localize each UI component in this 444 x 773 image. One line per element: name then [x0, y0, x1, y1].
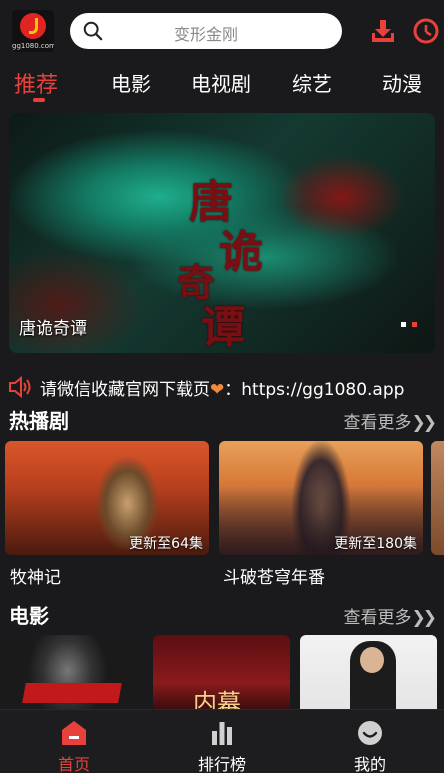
nav-ranking-label: 排行榜: [197, 755, 246, 773]
search-placeholder: 变形金刚: [173, 25, 238, 44]
logo-mark-icon: [20, 13, 46, 39]
speaker-icon: [9, 376, 31, 398]
poster-red-stroke: [22, 683, 122, 703]
hot-series-more-link[interactable]: 查看更多❯❯: [343, 408, 437, 433]
carousel-dot[interactable]: [401, 322, 406, 327]
nav-profile-label: 我的: [353, 755, 386, 773]
more-label: 查看更多: [343, 608, 412, 628]
bottom-navigation: 首页 排行榜 我的: [0, 709, 444, 773]
artwork-char: 谭: [201, 302, 245, 353]
tab-tv-series[interactable]: 电视剧: [191, 68, 251, 97]
nav-home-label: 首页: [57, 755, 90, 773]
movie-card-poster[interactable]: 内幕: [153, 635, 290, 715]
series-card-poster-partial[interactable]: [431, 441, 444, 555]
download-icon[interactable]: [370, 18, 396, 44]
series-card-title[interactable]: 斗破苍穹年番: [223, 563, 325, 588]
nav-home[interactable]: 首页: [0, 710, 148, 773]
carousel-dots: [395, 312, 417, 331]
app-root: gg1080.com 变形金刚 推荐 电影 电视剧 综艺 动漫 唐 诡 奇 谭 …: [0, 0, 444, 773]
episode-badge: 更新至64集: [129, 536, 203, 552]
double-chevron-right-icon: ❯❯: [411, 608, 437, 628]
movies-title: 电影: [9, 604, 49, 628]
top-header: gg1080.com 变形金刚: [0, 0, 444, 62]
announcement-text-main: 请微信收藏官网下载页: [40, 380, 210, 400]
series-card-poster[interactable]: 更新至180集: [219, 441, 423, 555]
ranking-icon: [212, 722, 232, 745]
episode-badge: 更新至180集: [334, 536, 417, 552]
announcement-url[interactable]: ：https://gg1080.app: [224, 380, 404, 400]
artwork-char: 诡: [219, 227, 263, 278]
double-chevron-right-icon: ❯❯: [411, 413, 437, 433]
banner-caption: 唐诡奇谭: [19, 319, 87, 339]
profile-icon: [358, 721, 382, 745]
logo-text: gg1080.com: [12, 42, 54, 50]
heart-icon: ❤: [210, 380, 225, 400]
poster-face: [360, 647, 384, 673]
search-bar[interactable]: 变形金刚: [70, 13, 342, 49]
artwork-char: 唐: [189, 177, 233, 228]
tab-variety[interactable]: 综艺: [292, 68, 332, 97]
nav-profile[interactable]: 我的: [296, 710, 444, 773]
series-card-title[interactable]: 牧神记: [10, 563, 61, 588]
nav-ranking[interactable]: 排行榜: [148, 710, 296, 773]
hot-series-title: 热播剧: [9, 409, 69, 433]
movie-card-poster[interactable]: [300, 635, 437, 715]
app-logo[interactable]: gg1080.com: [12, 10, 54, 52]
featured-banner[interactable]: 唐 诡 奇 谭 唐诡奇谭: [9, 113, 435, 353]
tab-recommend[interactable]: 推荐: [14, 67, 58, 99]
movie-card-poster[interactable]: [6, 635, 143, 715]
announcement-bar: 请微信收藏官网下载页❤：https://gg1080.app: [8, 374, 438, 400]
tab-movies[interactable]: 电影: [111, 68, 151, 97]
movies-more-link[interactable]: 查看更多❯❯: [343, 603, 437, 628]
category-tabs: 推荐 电影 电视剧 综艺 动漫: [0, 62, 444, 104]
tab-anime[interactable]: 动漫: [382, 68, 422, 97]
announcement-text: 请微信收藏官网下载页❤：https://gg1080.app: [40, 375, 404, 400]
more-label: 查看更多: [343, 413, 412, 433]
history-icon[interactable]: [410, 16, 440, 46]
active-tab-indicator: [33, 98, 45, 102]
home-icon: [62, 721, 86, 745]
series-card-poster[interactable]: 更新至64集: [5, 441, 209, 555]
artwork-char: 奇: [177, 260, 216, 305]
carousel-dot-active[interactable]: [412, 322, 417, 327]
